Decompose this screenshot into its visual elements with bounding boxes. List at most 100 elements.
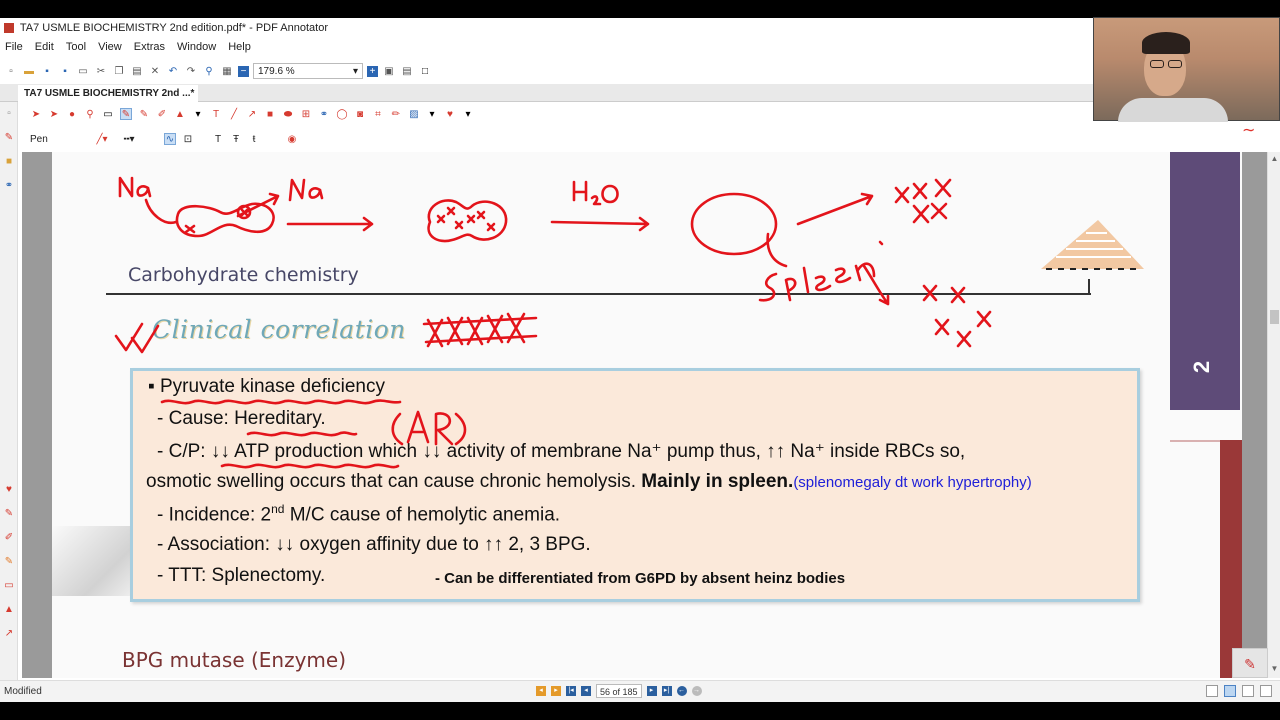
print-icon[interactable]: ▭ <box>76 64 90 78</box>
attachment-icon[interactable]: ⚭ <box>0 174 18 198</box>
line-hemolysis: osmotic swelling occurs that can cause c… <box>146 471 1032 493</box>
page-icon[interactable]: ▫ <box>0 102 18 126</box>
bookmark-forward-icon[interactable]: ▸ <box>551 686 561 696</box>
measure-icon[interactable]: ⊞ <box>300 108 312 120</box>
annotation-panel-button[interactable]: ✎ <box>1232 648 1268 678</box>
pen-panel-icon[interactable]: ✎ <box>0 126 18 150</box>
zoom-select[interactable]: 179.6 % ▾ <box>253 63 363 79</box>
fit-width-icon[interactable]: ▤ <box>400 64 414 78</box>
ellipse-tool-icon[interactable]: ⬬ <box>282 108 294 120</box>
find-icon[interactable]: ⚲ <box>202 64 216 78</box>
document-viewer[interactable]: Carbohydrate chemistry 2 Clinical correl… <box>22 152 1267 678</box>
cut-icon[interactable]: ✂ <box>94 64 108 78</box>
page-indicator[interactable]: 56 of 185 <box>596 684 642 698</box>
strikeout-icon[interactable]: ŧ <box>248 133 260 145</box>
menu-view[interactable]: View <box>93 38 126 53</box>
copy-icon[interactable]: ❐ <box>112 64 126 78</box>
scroll-thumb[interactable] <box>1270 310 1279 324</box>
save-all-icon[interactable]: ▪ <box>58 64 72 78</box>
favorite-stamp-icon[interactable]: ▲ <box>0 598 18 622</box>
zoom-tool-icon[interactable]: ⚲ <box>84 108 96 120</box>
text-size-icon[interactable]: Ŧ <box>230 133 242 145</box>
text-tool-icon[interactable]: T <box>210 108 222 120</box>
two-page-continuous-view-icon[interactable] <box>1260 685 1272 697</box>
text-format-icon[interactable]: T <box>212 133 224 145</box>
stamp-icon[interactable]: ▲ <box>174 108 186 120</box>
select-icon[interactable]: ➤ <box>30 108 42 120</box>
forward-icon[interactable]: → <box>691 686 702 696</box>
document-tabs: TA7 USMLE BIOCHEMISTRY 2nd ...* <box>0 84 1095 102</box>
eraser-icon[interactable]: ✐ <box>156 108 168 120</box>
undo-icon[interactable]: ↶ <box>166 64 180 78</box>
fullscreen-icon[interactable]: □ <box>418 64 432 78</box>
screen-letterbox-bottom <box>0 702 1280 720</box>
new-document-icon[interactable]: ▫ <box>4 64 18 78</box>
vertical-scrollbar[interactable]: ▲ ▼ <box>1267 152 1280 678</box>
save-icon[interactable]: ▪ <box>40 64 54 78</box>
chevron-down-icon: ▾ <box>352 65 358 77</box>
redo-icon[interactable]: ↷ <box>184 64 198 78</box>
highlighter-icon[interactable]: ✎ <box>138 108 150 120</box>
fit-page-icon[interactable]: ▣ <box>382 64 396 78</box>
crop-icon[interactable]: ⌗ <box>372 108 384 120</box>
image-icon[interactable]: ▨ <box>408 108 420 120</box>
back-icon[interactable]: ← <box>676 686 687 696</box>
favorites-heart-icon[interactable]: ♥ <box>0 478 18 502</box>
paste-icon[interactable]: ▤ <box>130 64 144 78</box>
menu-window[interactable]: Window <box>172 38 220 53</box>
settings-icon[interactable]: ⊡ <box>182 133 194 145</box>
delete-icon[interactable]: ✕ <box>148 64 162 78</box>
favorites-icon[interactable]: ♥ <box>444 108 456 120</box>
zoom-in-icon[interactable]: + <box>367 65 378 77</box>
chevron-down-icon[interactable]: ▾ <box>462 108 474 120</box>
scroll-up-icon[interactable]: ▲ <box>1268 154 1280 166</box>
menu-help[interactable]: Help <box>223 38 255 53</box>
menu-extras[interactable]: Extras <box>129 38 169 53</box>
zoom-out-icon[interactable]: − <box>238 65 249 77</box>
arrow-tool-icon[interactable]: ↗ <box>246 108 258 120</box>
tool-name: Pen <box>30 133 48 145</box>
splenomegaly-note: (splenomegaly dt work hypertrophy) <box>793 474 1032 491</box>
favorite-arrow-icon[interactable]: ↗ <box>0 622 18 646</box>
first-page-icon[interactable]: |◂ <box>566 686 576 696</box>
single-page-view-icon[interactable] <box>1206 685 1218 697</box>
menu-edit[interactable]: Edit <box>30 38 58 53</box>
favorite-highlighter-icon[interactable]: ✎ <box>0 550 18 574</box>
snapshot-icon[interactable]: ▭ <box>102 108 114 120</box>
bookmark-back-icon[interactable]: ◂ <box>536 686 546 696</box>
last-page-icon[interactable]: ▸| <box>661 686 672 696</box>
line-tool-icon[interactable]: ╱ <box>228 108 240 120</box>
camera-icon[interactable]: ◙ <box>354 108 366 120</box>
favorite-marker-icon[interactable]: ✐ <box>0 526 18 550</box>
smooth-ink-icon[interactable]: ∿ <box>164 133 176 145</box>
line-style-icon[interactable]: ╍▾ <box>118 133 140 145</box>
lasso-icon[interactable]: ◯ <box>336 108 348 120</box>
glasses-left <box>1150 60 1164 68</box>
select-text-icon[interactable]: ➤ <box>48 108 60 120</box>
next-page-icon[interactable]: ▸ <box>646 686 657 696</box>
scroll-down-icon[interactable]: ▼ <box>1268 664 1280 676</box>
pen-color-icon[interactable]: ╱▾ <box>92 133 112 145</box>
menu-file[interactable]: File <box>0 38 27 53</box>
rectangle-tool-icon[interactable]: ■ <box>264 108 276 120</box>
page-layout-icon[interactable]: ▦ <box>220 64 234 78</box>
open-folder-icon[interactable]: ▬ <box>22 64 36 78</box>
menu-tool[interactable]: Tool <box>61 38 90 53</box>
hand-icon[interactable]: ● <box>66 108 78 120</box>
previous-page-icon[interactable]: ◂ <box>581 686 591 696</box>
chevron-down-icon[interactable]: ▾ <box>426 108 438 120</box>
pen-tool-icon[interactable]: ✎ <box>120 108 132 120</box>
favorite-shape-icon[interactable]: ▭ <box>0 574 18 598</box>
chevron-down-icon[interactable]: ▾ <box>192 108 204 120</box>
page-navigation: ◂ ▸ |◂ ◂ 56 of 185 ▸ ▸| ← → <box>536 684 702 698</box>
tab-document[interactable]: TA7 USMLE BIOCHEMISTRY 2nd ...* <box>18 85 198 102</box>
link-icon[interactable]: ⚭ <box>318 108 330 120</box>
hemolysis-text: osmotic swelling occurs that can cause c… <box>146 471 642 492</box>
favorite-pen-icon[interactable]: ✎ <box>0 502 18 526</box>
bookmark-panel-icon[interactable]: ■ <box>0 150 18 174</box>
pencil-icon[interactable]: ✏ <box>390 108 402 120</box>
pdf-page: Carbohydrate chemistry 2 Clinical correl… <box>52 152 1242 678</box>
two-page-view-icon[interactable] <box>1242 685 1254 697</box>
continuous-view-icon[interactable] <box>1224 685 1236 697</box>
ink-palette-icon[interactable]: ◉ <box>286 133 298 145</box>
